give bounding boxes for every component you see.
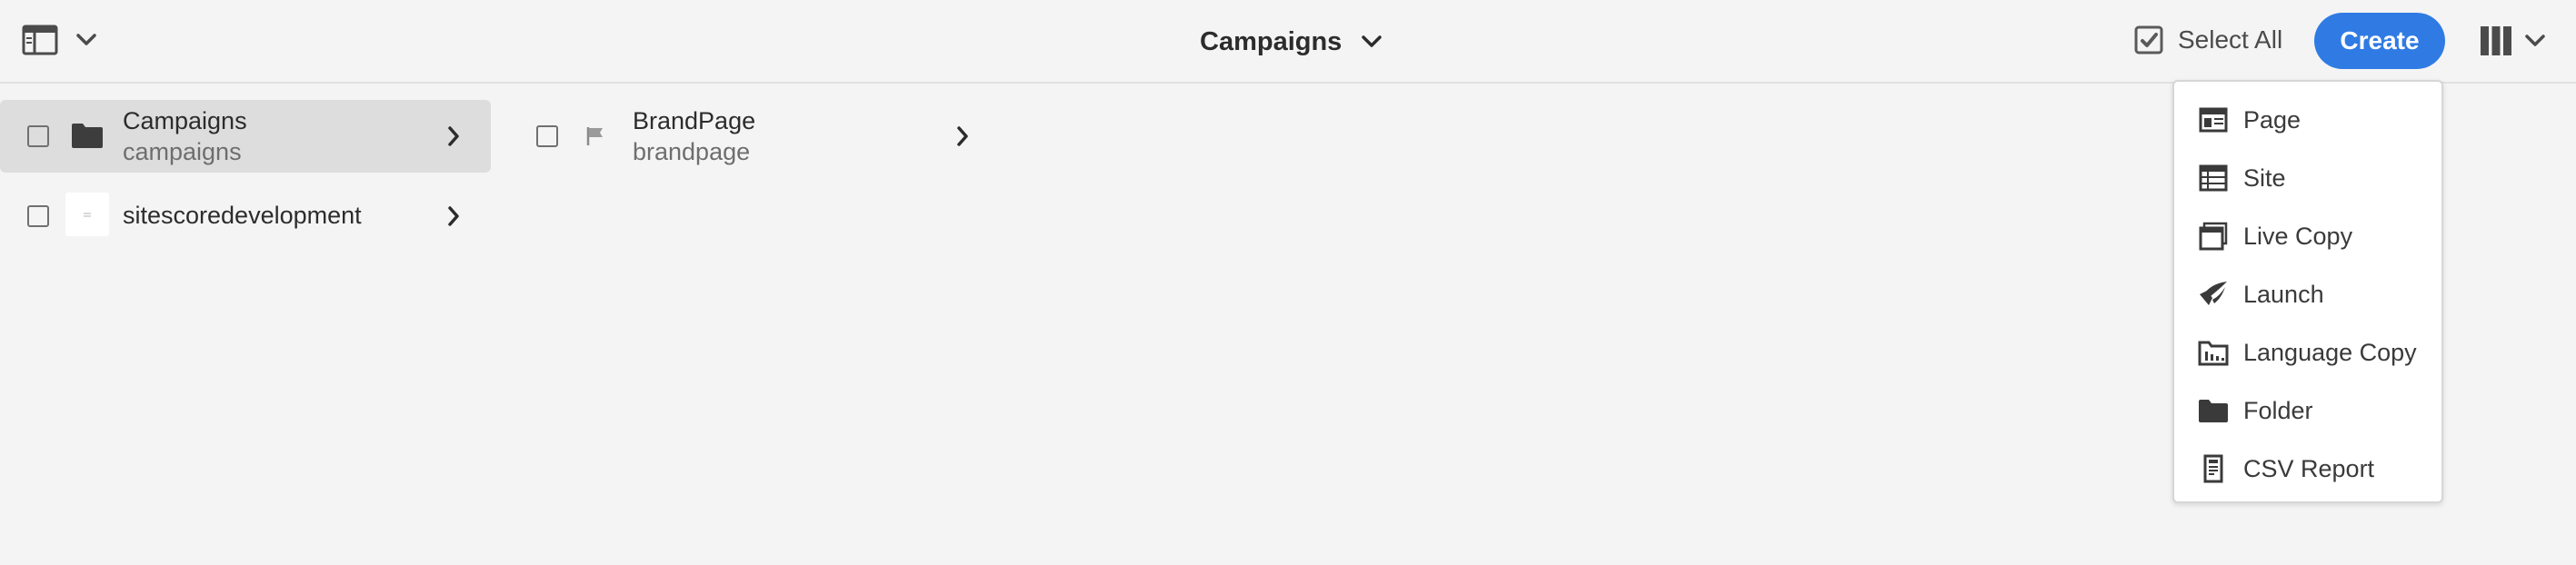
create-button[interactable]: Create xyxy=(2314,13,2445,69)
folder-icon xyxy=(71,122,104,154)
chevron-right-icon[interactable] xyxy=(956,125,969,152)
rail-panel-icon[interactable] xyxy=(22,24,58,56)
column-view-icon[interactable] xyxy=(2480,25,2512,56)
row-title: Campaigns xyxy=(123,107,247,134)
menu-item-page[interactable]: Page xyxy=(2174,93,2441,147)
select-all-label: Select All xyxy=(2178,25,2283,54)
menu-item-folder[interactable]: Folder xyxy=(2174,383,2441,438)
page-title: Campaigns xyxy=(1200,26,1343,56)
row-title: sitescoredevelopment xyxy=(123,202,362,229)
checkbox-checked-icon[interactable] xyxy=(2134,25,2163,55)
menu-item-label: Page xyxy=(2243,105,2301,134)
list-item[interactable]: BrandPage brandpage xyxy=(509,100,1000,173)
menu-item-label: Live Copy xyxy=(2243,222,2353,250)
menu-item-label: Site xyxy=(2243,164,2286,192)
row-title: BrandPage xyxy=(633,107,756,134)
row-subtitle: campaigns xyxy=(123,138,242,165)
menu-item-label: CSV Report xyxy=(2243,454,2375,482)
title-dropdown[interactable]: Campaigns xyxy=(1200,24,1383,60)
chevron-right-icon[interactable] xyxy=(447,205,460,232)
chevron-right-icon[interactable] xyxy=(447,125,460,152)
launch-icon xyxy=(2198,279,2229,310)
list-item[interactable]: sitescoredevelopment xyxy=(0,180,491,253)
flag-icon xyxy=(585,125,607,152)
menu-item-csv-report[interactable]: CSV Report xyxy=(2174,441,2441,496)
row-checkbox[interactable] xyxy=(27,125,49,147)
site-icon xyxy=(2198,163,2229,193)
select-all-button[interactable]: Select All xyxy=(2134,25,2282,55)
menu-item-label: Launch xyxy=(2243,280,2324,308)
row-checkbox[interactable] xyxy=(536,125,558,147)
menu-item-site[interactable]: Site xyxy=(2174,151,2441,205)
menu-item-label: Folder xyxy=(2243,396,2313,424)
live-copy-icon xyxy=(2198,221,2229,252)
menu-item-language-copy[interactable]: Language Copy xyxy=(2174,325,2441,380)
create-menu: Page Site Live Copy Launch Language Copy… xyxy=(2172,80,2443,503)
top-bar: Campaigns Select All Create xyxy=(0,0,2576,84)
page-icon xyxy=(2198,104,2229,135)
language-copy-icon xyxy=(2198,337,2229,368)
row-subtitle: brandpage xyxy=(633,138,751,165)
list-item[interactable]: Campaigns campaigns xyxy=(0,100,491,173)
row-checkbox[interactable] xyxy=(27,205,49,227)
csv-report-icon xyxy=(2198,453,2229,484)
chevron-down-icon[interactable] xyxy=(2525,35,2545,47)
rail-toggle[interactable] xyxy=(22,24,96,56)
view-switcher[interactable] xyxy=(2480,25,2545,56)
folder-icon xyxy=(2198,395,2229,426)
menu-item-launch[interactable]: Launch xyxy=(2174,267,2441,322)
chevron-down-icon[interactable] xyxy=(76,34,96,46)
page-thumbnail xyxy=(65,193,109,236)
menu-item-live-copy[interactable]: Live Copy xyxy=(2174,209,2441,263)
menu-item-label: Language Copy xyxy=(2243,338,2417,366)
chevron-down-icon[interactable] xyxy=(1362,35,1383,48)
